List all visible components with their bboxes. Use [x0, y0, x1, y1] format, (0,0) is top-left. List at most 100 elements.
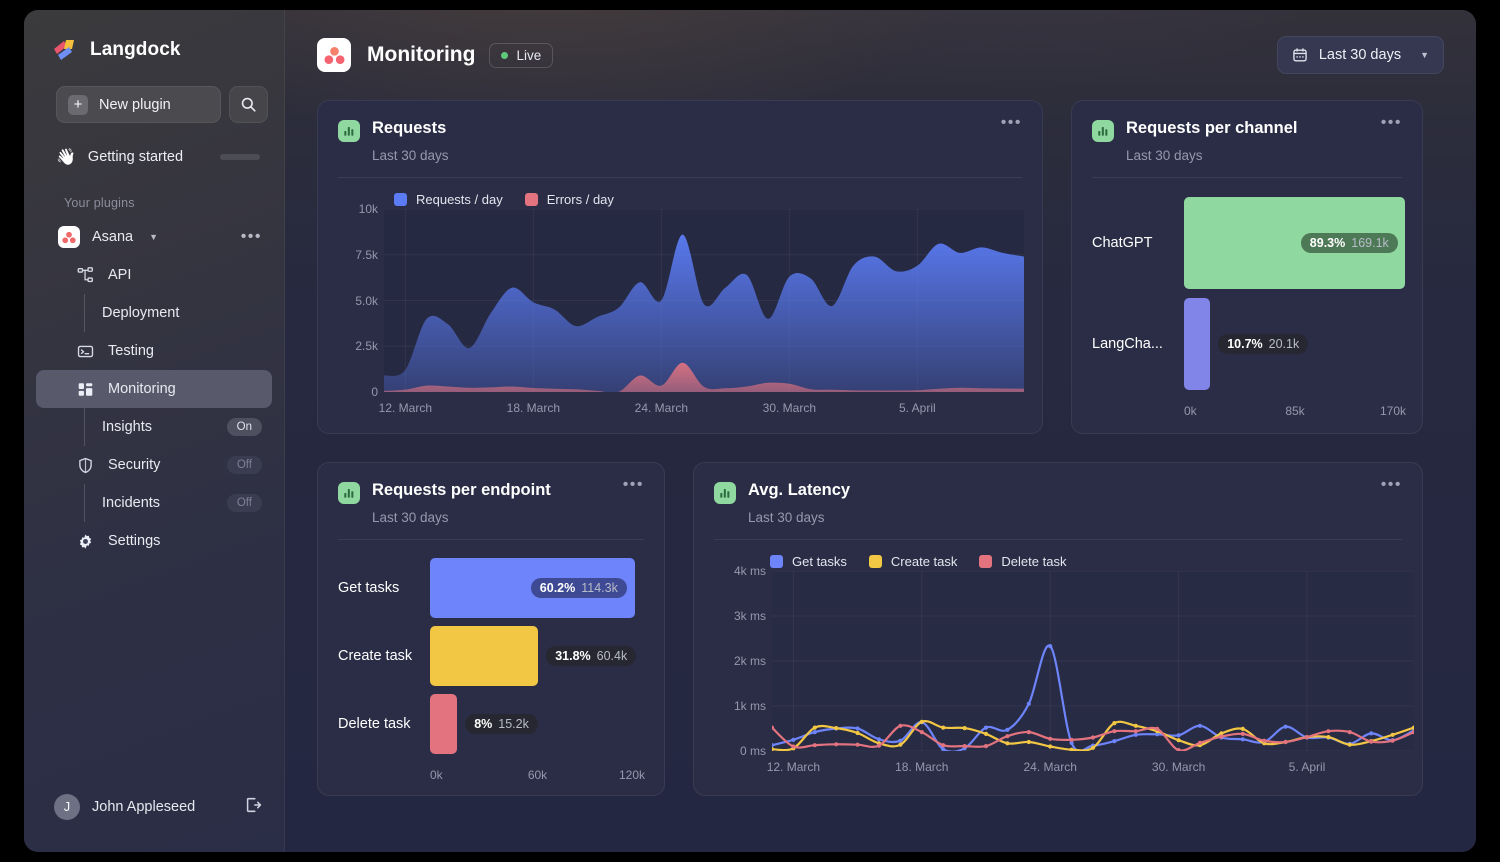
- legend-swatch: [979, 555, 993, 568]
- bar-chart-axis: 0k 85k 170k: [1184, 404, 1406, 422]
- sidebar-item-api[interactable]: API: [36, 256, 272, 294]
- status-badge: Off: [226, 494, 262, 512]
- tree-line: [84, 484, 85, 522]
- sidebar-item-getting-started[interactable]: 👋 Getting started: [56, 140, 268, 174]
- langdock-logo-icon: [52, 38, 80, 62]
- x-axis-tick: 12. March: [378, 401, 433, 415]
- card-menu-ellipsis-icon[interactable]: •••: [1381, 115, 1402, 131]
- legend-item[interactable]: Requests / day: [394, 192, 503, 207]
- bar[interactable]: [430, 626, 539, 686]
- sidebar-item-security[interactable]: Security Off: [36, 446, 272, 484]
- legend-item[interactable]: Create task: [868, 554, 957, 569]
- sidebar-item-label: Settings: [108, 533, 161, 549]
- bar-row: Get tasks 60.2% 114.3k: [338, 554, 644, 622]
- tree-line: [84, 408, 85, 446]
- sidebar-item-insights[interactable]: Insights On: [36, 408, 272, 446]
- logout-icon[interactable]: [244, 796, 262, 819]
- sidebar-item-label: Security: [108, 457, 161, 473]
- bar-track: 31.8% 60.4k: [430, 626, 644, 686]
- bar-value: 169.1k: [1351, 235, 1389, 250]
- brand-name: Langdock: [90, 39, 181, 60]
- legend-swatch: [770, 555, 783, 568]
- bar-value: 20.1k: [1268, 336, 1300, 351]
- bar-chart-icon: [1092, 120, 1114, 142]
- area-chart-requests: 0 2.5k 5.0k 7.5k 10k 12. March 18. March 24. M…: [338, 202, 1024, 417]
- y-axis-tick: 1k ms: [733, 699, 766, 713]
- bar-value: 114.3k: [581, 581, 618, 595]
- card-subtitle: Last 30 days: [372, 148, 449, 163]
- sitemap-icon: [74, 266, 96, 284]
- bar-percent: 10.7%: [1227, 336, 1263, 351]
- bar-track: 10.7% 20.1k: [1184, 297, 1402, 390]
- sidebar-item-testing[interactable]: Testing: [36, 332, 272, 370]
- y-axis-tick: 10k: [358, 202, 378, 216]
- sidebar-item-label: Deployment: [102, 305, 180, 321]
- new-plugin-button[interactable]: + New plugin: [56, 86, 221, 123]
- date-range-picker[interactable]: Last 30 days ▼: [1276, 36, 1444, 74]
- getting-started-progress: [220, 154, 260, 160]
- sidebar-item-settings[interactable]: Settings: [36, 522, 272, 560]
- card-menu-ellipsis-icon[interactable]: •••: [1381, 477, 1402, 493]
- chevron-down-icon[interactable]: ▼: [149, 232, 158, 242]
- x-axis-tick: 170k: [1379, 404, 1406, 418]
- search-button[interactable]: [229, 86, 268, 123]
- x-axis-tick: 5. April: [1288, 760, 1326, 774]
- y-axis-tick: 0: [371, 385, 378, 399]
- status-badge: On: [226, 418, 262, 436]
- bar-chart-icon: [338, 120, 360, 142]
- plus-icon: +: [68, 94, 88, 115]
- bar-track: 8% 15.2k: [430, 694, 644, 754]
- x-axis-tick: 30. March: [762, 401, 817, 415]
- card-subtitle: Last 30 days: [748, 510, 825, 525]
- bar[interactable]: [1184, 297, 1211, 390]
- bar-chart-channel: ChatGPT 89.3% 169.1k LangCha... 10.7% 20.1k: [1092, 178, 1405, 394]
- legend-swatch: [868, 555, 882, 568]
- y-axis-tick: 4k ms: [733, 564, 766, 578]
- card-avg-latency: Avg. Latency ••• Last 30 days Get tasks C…: [693, 462, 1423, 796]
- legend-label: Delete task: [1001, 554, 1067, 569]
- plugin-menu-ellipsis-icon[interactable]: •••: [241, 229, 262, 245]
- card-subtitle: Last 30 days: [372, 510, 449, 525]
- avatar: J: [54, 794, 80, 820]
- bar-track: 89.3% 169.1k: [1184, 196, 1405, 289]
- x-axis-tick: 30. March: [1151, 760, 1206, 774]
- x-axis-tick: 24. March: [634, 401, 689, 415]
- topbar: Monitoring Live Last 30 days ▼: [317, 10, 1444, 100]
- shield-icon: [74, 457, 96, 474]
- sidebar-item-incidents[interactable]: Incidents Off: [36, 484, 272, 522]
- sidebar-item-monitoring[interactable]: Monitoring: [36, 370, 272, 408]
- bar-percent: 8%: [474, 717, 493, 731]
- calendar-icon: [1293, 48, 1307, 62]
- bar-value-badge: 89.3% 169.1k: [1300, 232, 1398, 253]
- asana-icon: [58, 226, 80, 248]
- bar-row: ChatGPT 89.3% 169.1k: [1092, 192, 1405, 293]
- sidebar-item-label: API: [108, 267, 132, 283]
- legend-item[interactable]: Delete task: [979, 554, 1066, 569]
- user-bar[interactable]: J John Appleseed: [24, 794, 284, 852]
- dashboard-grid: Requests ••• Last 30 days Requests / day…: [317, 100, 1444, 796]
- legend-item[interactable]: Errors / day: [524, 192, 614, 207]
- bar-value: 60.4k: [596, 649, 628, 663]
- legend-label: Requests / day: [416, 192, 503, 207]
- bar-category-label: Delete task: [338, 716, 411, 732]
- bar-percent: 60.2%: [539, 581, 576, 595]
- bar-category-label: ChatGPT: [1092, 234, 1153, 251]
- bar[interactable]: [430, 694, 458, 754]
- card-menu-ellipsis-icon[interactable]: •••: [1001, 115, 1022, 131]
- user-name: John Appleseed: [92, 799, 196, 815]
- dashboard-icon: [74, 381, 96, 398]
- terminal-icon: [74, 343, 96, 360]
- bar-category-label: Get tasks: [338, 580, 400, 596]
- bar-value: 15.2k: [498, 717, 529, 731]
- legend-item[interactable]: Get tasks: [770, 554, 847, 569]
- search-icon: [241, 97, 256, 112]
- sidebar: Langdock + New plugin 👋 Getting started …: [24, 10, 285, 852]
- sidebar-nav: Asana ▼ ••• API Deployment Testing Monitori…: [24, 218, 284, 560]
- sidebar-item-label: Testing: [108, 343, 154, 359]
- sidebar-item-deployment[interactable]: Deployment: [36, 294, 272, 332]
- bar-percent: 31.8%: [555, 649, 591, 663]
- card-title: Requests per endpoint: [372, 481, 551, 499]
- sidebar-item-asana[interactable]: Asana ▼ •••: [36, 218, 272, 256]
- card-menu-ellipsis-icon[interactable]: •••: [623, 477, 644, 493]
- bar-category-label: LangCha...: [1092, 335, 1163, 352]
